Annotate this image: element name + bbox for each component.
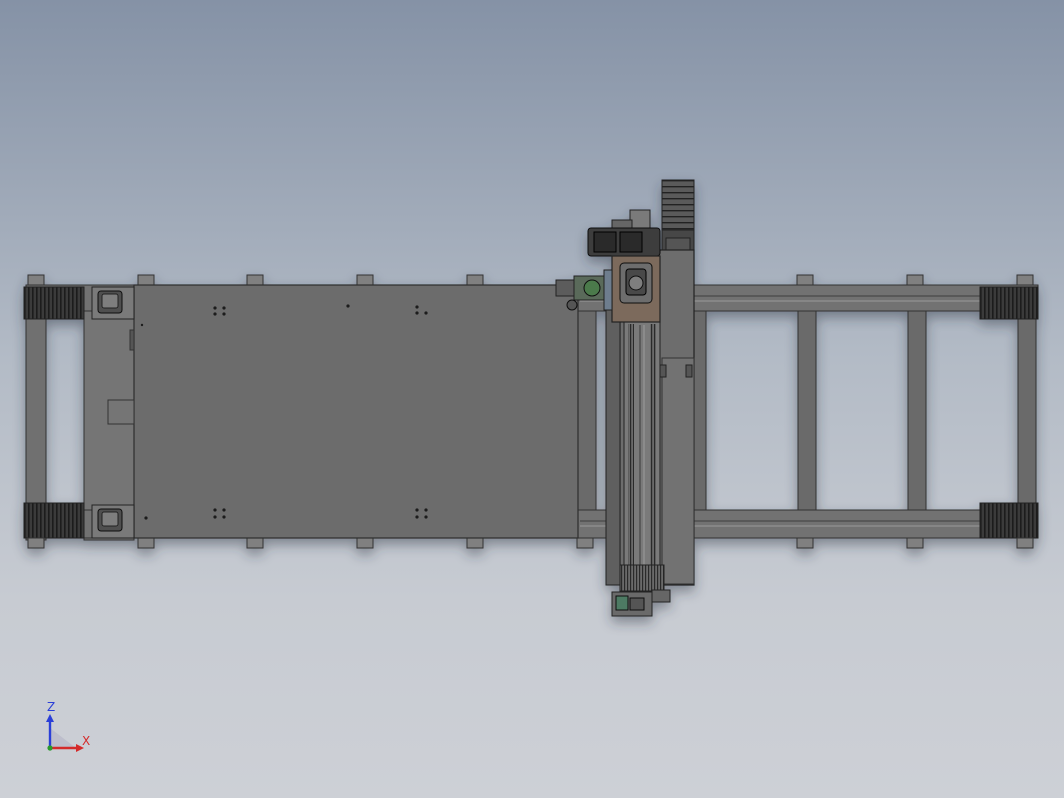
left-end-rail bbox=[25, 284, 47, 541]
bellows-cover bbox=[23, 502, 85, 539]
gantry-assembly-model[interactable] bbox=[0, 0, 1064, 798]
rack-end bbox=[619, 564, 665, 592]
x-axis-label: X bbox=[82, 734, 91, 748]
cross-member bbox=[693, 310, 707, 511]
top-bracket bbox=[629, 209, 651, 229]
cross-member bbox=[797, 310, 817, 511]
table-bracket bbox=[107, 399, 135, 425]
cross-member bbox=[577, 310, 597, 511]
left-carriage-block bbox=[91, 286, 135, 320]
machine-frame bbox=[23, 179, 1039, 617]
cable-chain bbox=[661, 179, 695, 231]
y-axis-icon bbox=[47, 745, 53, 751]
z-axis-label: Z bbox=[47, 700, 56, 714]
work-table bbox=[133, 284, 579, 539]
cross-member bbox=[1017, 310, 1037, 511]
xy-plane-icon bbox=[50, 728, 76, 748]
bellows-cover bbox=[979, 502, 1039, 539]
cad-viewport[interactable]: Z X bbox=[0, 0, 1064, 798]
left-carriage-block bbox=[91, 504, 135, 539]
bellows-cover bbox=[979, 286, 1039, 320]
cross-member bbox=[907, 310, 927, 511]
bellows-cover bbox=[23, 286, 85, 320]
